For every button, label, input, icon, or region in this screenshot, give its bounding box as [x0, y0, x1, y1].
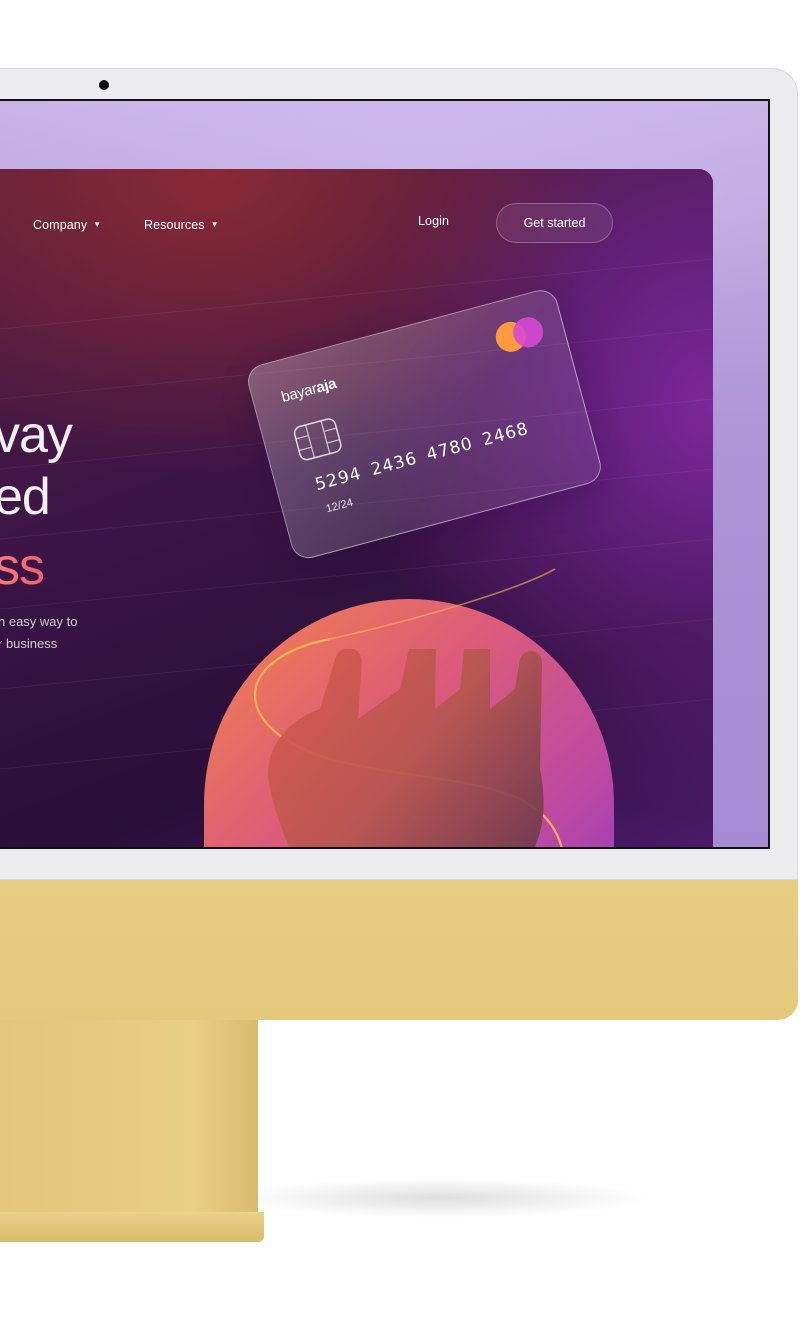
card-number: 5294 2436 4780 2468	[312, 418, 531, 496]
mastercard-icon	[492, 313, 547, 356]
monitor-screen: Company ▼ Resources ▼ Login Get started …	[0, 99, 770, 849]
website-hero: Company ▼ Resources ▼ Login Get started …	[0, 169, 713, 847]
monitor-chin	[0, 880, 798, 1020]
camera-icon	[99, 80, 109, 90]
device-shadow	[230, 1178, 650, 1218]
monitor-stand	[0, 1020, 258, 1218]
card-chip-icon	[293, 418, 342, 461]
card-brand-logo: bayaraja	[279, 375, 338, 406]
monitor-stand-base	[0, 1212, 264, 1242]
hand-illustration	[268, 649, 544, 847]
card-expiry: 12/24	[324, 496, 355, 516]
